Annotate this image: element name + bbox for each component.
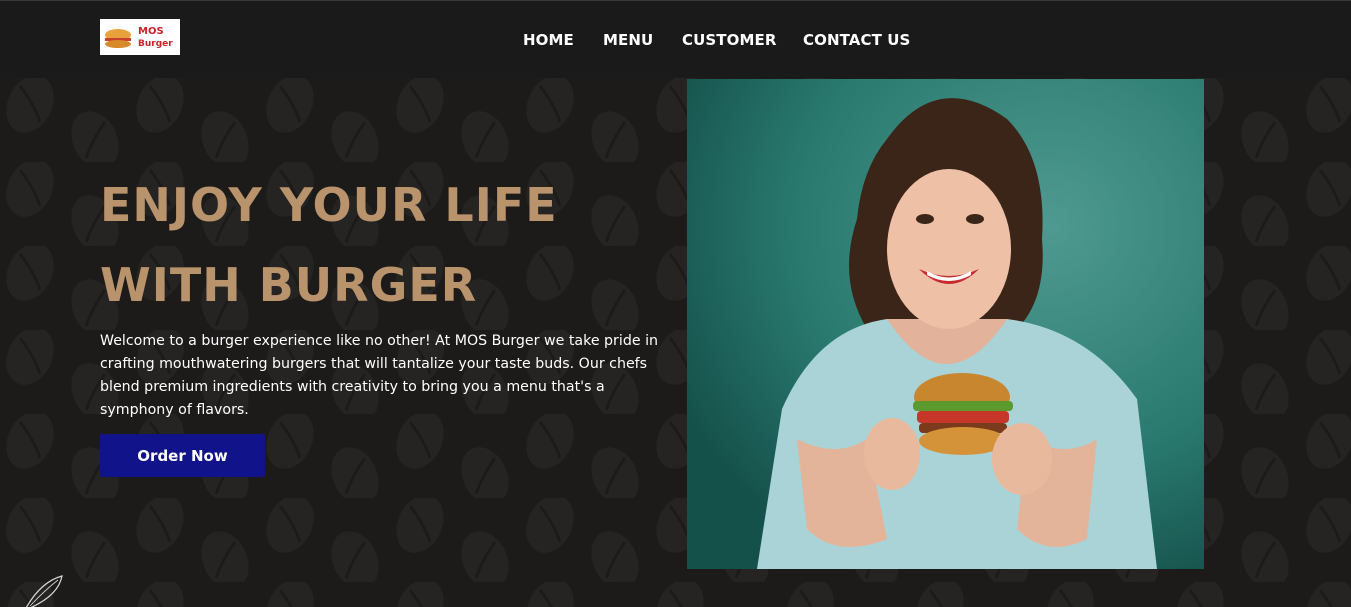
burger-logo-icon: MOS Burger: [105, 26, 173, 49]
leaf-decoration-icon: [26, 575, 63, 607]
logo[interactable]: MOS Burger: [100, 19, 180, 55]
nav-menu-link[interactable]: MENU: [603, 31, 653, 49]
nav-contact-us[interactable]: CONTACT US: [803, 31, 910, 49]
nav-customer[interactable]: CUSTOMER: [682, 31, 777, 49]
logo-text-burger: Burger: [138, 39, 173, 49]
logo-text-mos: MOS: [138, 26, 164, 37]
navbar: MOS Burger HOME MENU CUSTOMER CONTACT US: [0, 0, 1351, 78]
hero-description: Welcome to a burger experience like no o…: [100, 333, 659, 418]
woman-with-burger-image: [687, 79, 1204, 569]
order-now-button[interactable]: Order Now: [100, 434, 265, 477]
page: MOS Burger HOME MENU CUSTOMER CONTACT US…: [0, 0, 1351, 607]
hero-image: [687, 79, 1204, 569]
hero-title: ENJOY YOUR LIFE WITH BURGER: [100, 178, 558, 312]
nav-home[interactable]: HOME: [523, 31, 574, 49]
